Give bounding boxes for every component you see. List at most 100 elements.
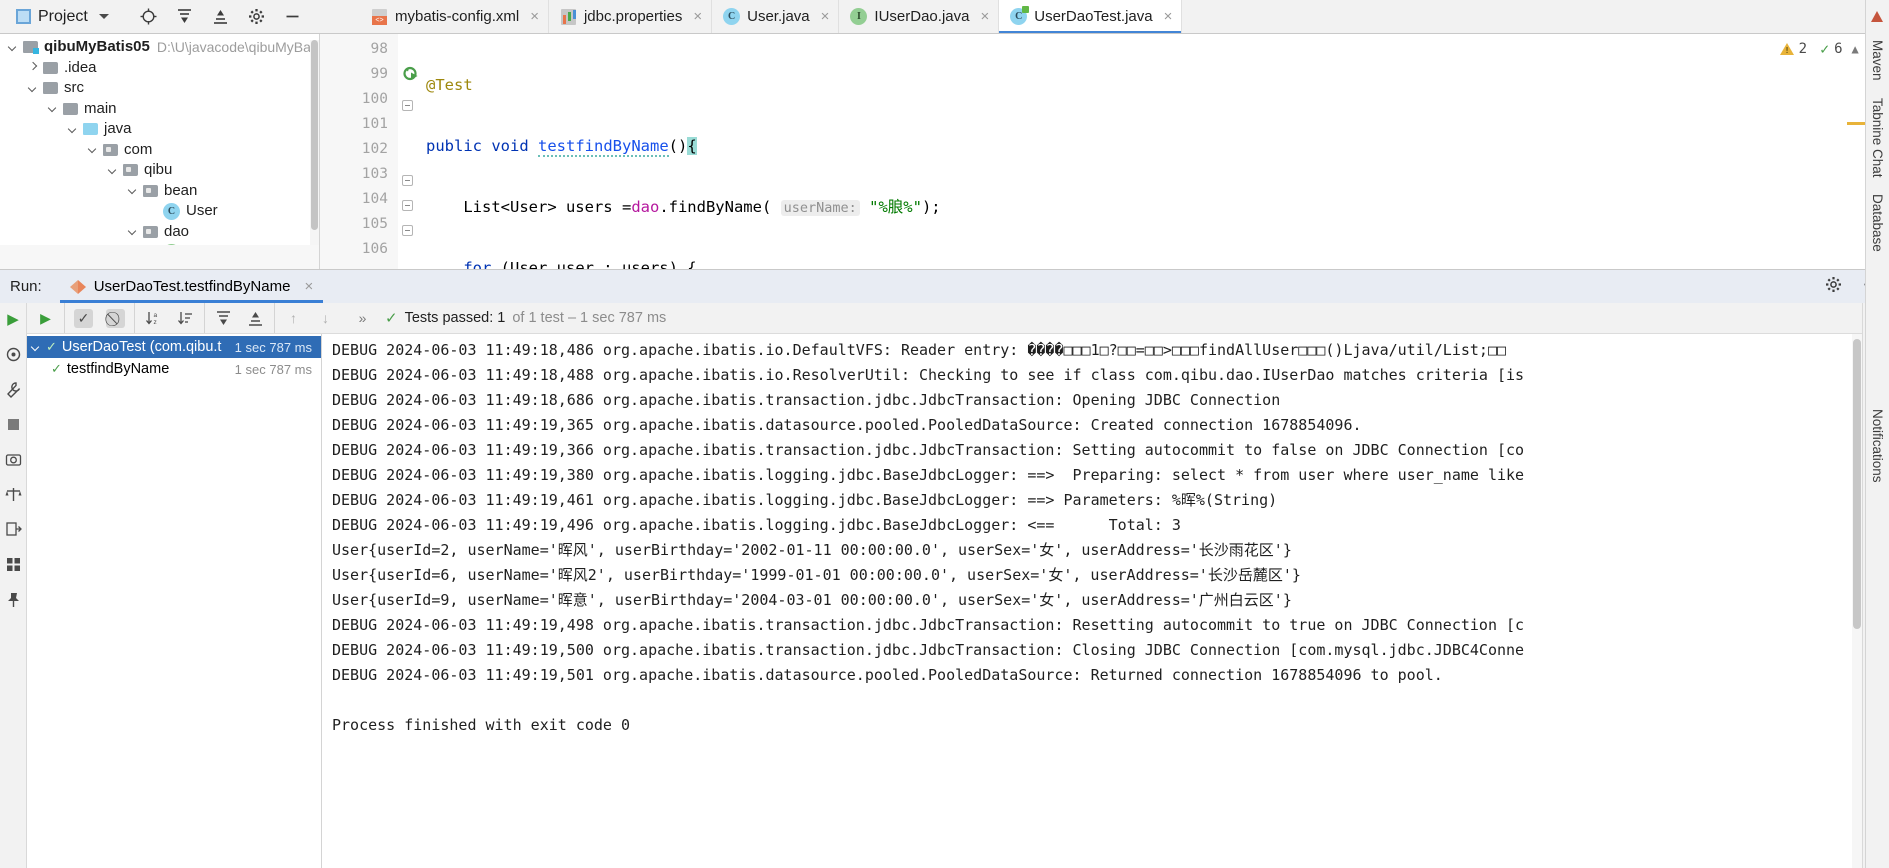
chevron-down-icon[interactable] — [68, 124, 79, 135]
prev-failed-icon[interactable]: ↑ — [284, 309, 303, 328]
test-passed-icon: ✓ — [46, 339, 57, 354]
test-tree-row-method[interactable]: ✓ testfindByName 1 sec 787 ms — [27, 358, 321, 380]
rerun-icon[interactable]: ▶ — [36, 309, 55, 328]
test-tree-row-class[interactable]: ✓ UserDaoTest (com.qibu.t 1 sec 787 ms — [27, 336, 321, 358]
console-scrollbar[interactable] — [1852, 334, 1862, 868]
camera-shot-icon[interactable] — [4, 345, 22, 363]
run-tab-label: UserDaoTest.testfindByName — [93, 278, 291, 295]
tree-node-java[interactable]: java — [0, 119, 319, 140]
java-class-icon: C — [163, 202, 180, 220]
sort-by-duration-icon[interactable] — [176, 309, 195, 328]
rail-item-notifications[interactable]: Notifications — [1868, 402, 1887, 490]
grid-icon[interactable] — [4, 555, 22, 573]
tree-node-idea[interactable]: .idea — [0, 58, 319, 79]
close-run-tab-icon[interactable]: × — [304, 278, 313, 295]
close-tab-icon[interactable]: × — [530, 8, 539, 25]
top-toolbar: Project <> mybatis-config.xml × jdbc.pro… — [0, 0, 1889, 34]
rail-item-maven[interactable]: Maven — [1868, 33, 1887, 88]
tree-node-main[interactable]: main — [0, 99, 319, 120]
toolbar-group-rerun: ▶ — [27, 303, 64, 333]
chevron-down-icon[interactable] — [98, 14, 109, 19]
stop-icon[interactable] — [4, 415, 22, 433]
rail-item-database[interactable]: Database — [1868, 187, 1887, 259]
svg-text:z: z — [154, 319, 157, 326]
tree-node-label: main — [84, 99, 117, 117]
scales-icon[interactable] — [4, 485, 22, 503]
console-line: DEBUG 2024-06-03 11:49:19,498 org.apache… — [332, 616, 1525, 634]
editor-tab-userdaotest-java[interactable]: C UserDaoTest.java × — [999, 0, 1183, 33]
chevron-right-icon[interactable] — [28, 62, 39, 73]
code-text-area[interactable]: @Test public void testfindByName(){ List… — [398, 34, 1889, 269]
wrench-icon[interactable] — [4, 380, 22, 398]
screenshot-icon[interactable] — [4, 450, 22, 468]
gutter-line: 105 — [361, 216, 388, 232]
export-icon[interactable] — [4, 520, 22, 538]
toolbar-group-sort: az — [134, 303, 204, 333]
console-output[interactable]: DEBUG 2024-06-03 11:49:18,486 org.apache… — [322, 334, 1862, 868]
project-view-button[interactable]: Project — [10, 6, 115, 28]
expand-all-icon[interactable] — [214, 309, 233, 328]
close-tab-icon[interactable]: × — [1164, 8, 1173, 25]
code-editor[interactable]: 98 99 100 101 102 103 104 105 106 @Test … — [320, 34, 1889, 269]
chevron-down-icon[interactable] — [48, 103, 59, 114]
console-line: User{userId=6, userName='晖风2', userBirth… — [332, 566, 1301, 584]
ide-window: Project <> mybatis-config.xml × jdbc.pro… — [0, 0, 1889, 868]
chevron-down-icon[interactable] — [128, 226, 139, 237]
tree-node-qibumybatis05[interactable]: qibuMyBatis05 D:\U\javacode\qibuMyBa — [0, 37, 319, 58]
show-passed-icon[interactable]: ✓ — [74, 308, 93, 328]
tree-node-user[interactable]: C User — [0, 201, 319, 222]
close-tab-icon[interactable]: × — [693, 8, 702, 25]
test-tree-label: UserDaoTest (com.qibu.t — [61, 339, 222, 355]
close-tab-icon[interactable]: × — [821, 8, 830, 25]
test-tree-label: testfindByName — [66, 361, 170, 377]
gutter-line: 103 — [361, 166, 388, 182]
project-tree-scrollbar[interactable] — [310, 40, 319, 269]
chevron-down-icon[interactable] — [31, 342, 42, 353]
close-tab-icon[interactable]: × — [980, 8, 989, 25]
inspection-status-widget[interactable]: 2 ✓ 6 ▲ ▼ — [1779, 40, 1875, 58]
console-line: User{userId=2, userName='晖风', userBirthd… — [332, 541, 1292, 559]
sort-alphabetically-icon[interactable]: az — [144, 309, 163, 328]
gear-icon[interactable] — [1825, 276, 1842, 297]
chevron-down-icon[interactable] — [88, 144, 99, 155]
tree-node-qibu[interactable]: qibu — [0, 160, 319, 181]
editor-tab-jdbc-properties[interactable]: jdbc.properties × — [549, 0, 713, 33]
tree-node-bean[interactable]: bean — [0, 181, 319, 202]
editor-tab-user-java[interactable]: C User.java × — [712, 0, 840, 33]
chevron-down-icon[interactable] — [8, 42, 19, 53]
console-line: User{userId=9, userName='晖意', userBirthd… — [332, 591, 1292, 609]
chevron-down-icon[interactable] — [108, 165, 119, 176]
next-failed-icon[interactable]: ↓ — [316, 309, 335, 328]
rail-item-tabnine-chat[interactable]: Tabnine Chat — [1868, 91, 1887, 185]
test-status-bar: ✓ Tests passed: 1 of 1 test – 1 sec 787 … — [381, 309, 666, 327]
show-ignored-icon[interactable]: ⃠ — [106, 308, 125, 328]
run-panel-header: Run: UserDaoTest.testfindByName × — [0, 270, 1889, 303]
tree-node-dao[interactable]: dao — [0, 222, 319, 243]
package-icon — [123, 164, 138, 177]
more-toolbar-icon[interactable]: » — [353, 309, 372, 328]
tree-node-com[interactable]: com — [0, 140, 319, 161]
chevron-down-icon[interactable] — [28, 83, 39, 94]
run-configuration-tab[interactable]: UserDaoTest.testfindByName × — [59, 270, 324, 303]
play-icon[interactable]: ▶ — [4, 310, 22, 328]
java-interface-icon: I — [850, 8, 868, 25]
hide-panel-icon[interactable] — [283, 7, 303, 27]
locate-icon[interactable] — [139, 7, 159, 27]
expand-all-icon[interactable] — [175, 7, 195, 27]
collapse-all-icon[interactable] — [211, 7, 231, 27]
editor-gutter[interactable]: 98 99 100 101 102 103 104 105 106 — [320, 34, 418, 269]
tree-node-src[interactable]: src — [0, 78, 319, 99]
tree-node-label: .idea — [64, 58, 97, 76]
code-line: for (User user : users) { — [463, 259, 697, 269]
sidebar-bottom-filler — [0, 245, 319, 269]
pin-icon[interactable] — [4, 590, 22, 608]
inspection-check-icon: ✓ — [1820, 40, 1830, 58]
editor-tab-iuserdao-java[interactable]: I IUserDao.java × — [839, 0, 1000, 33]
maven-icon[interactable] — [1869, 9, 1886, 26]
collapse-all-icon[interactable] — [246, 309, 265, 328]
chevron-up-icon[interactable]: ▲ — [1852, 42, 1859, 56]
settings-gear-icon[interactable] — [247, 7, 267, 27]
chevron-down-icon[interactable] — [128, 185, 139, 196]
editor-tab-mybatis-config[interactable]: mybatis-config.xml × — [360, 0, 549, 33]
